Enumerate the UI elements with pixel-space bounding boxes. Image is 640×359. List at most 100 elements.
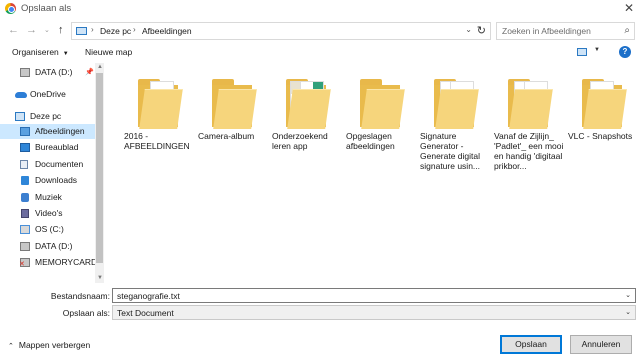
nav-item-label: Bureaublad xyxy=(35,142,79,152)
nav-item-label: Deze pc xyxy=(30,111,62,121)
filename-field[interactable]: steganografie.txt ⌄ xyxy=(112,288,636,303)
nav-item-onedrive[interactable]: OneDrive xyxy=(0,87,95,102)
nav-item-label: Documenten xyxy=(35,159,84,169)
nav-item-label: MEMORYCARD xyxy=(35,257,98,267)
view-options-icon[interactable] xyxy=(577,48,587,56)
back-arrow-icon[interactable]: ← xyxy=(8,24,19,36)
refresh-icon[interactable]: ↻ xyxy=(477,24,486,37)
chevron-up-icon: ⌃ xyxy=(8,343,14,350)
file-list: 2016 - AFBEELDINGEN Camera-album Onderzo… xyxy=(108,63,640,283)
save-button[interactable]: Opslaan xyxy=(500,335,562,354)
save-type-select[interactable]: Text Document ⌄ xyxy=(112,305,636,320)
nav-item-memorycard[interactable]: MEMORYCARD xyxy=(0,255,98,270)
pc-icon xyxy=(76,27,87,35)
nav-item-videos[interactable]: Video's xyxy=(0,206,95,221)
nav-item-data-d[interactable]: DATA (D:) 📌 xyxy=(0,65,95,80)
pin-icon[interactable]: 📌 xyxy=(85,68,94,76)
nav-item-data-d-2[interactable]: DATA (D:) xyxy=(0,239,95,254)
chevron-right-icon[interactable]: › xyxy=(133,25,136,34)
save-type-value: Text Document xyxy=(117,308,174,318)
folder-item[interactable]: Camera-album xyxy=(198,73,268,141)
desktop-icon xyxy=(20,143,30,152)
organize-label: Organiseren xyxy=(12,47,59,57)
folder-item[interactable]: VLC - Snapshots xyxy=(568,73,638,141)
folder-icon xyxy=(210,73,257,129)
chevron-down-icon[interactable]: ⌄ xyxy=(625,291,631,299)
organize-button[interactable]: Organiseren ▼ xyxy=(12,47,69,57)
filename-value[interactable]: steganografie.txt xyxy=(117,291,180,301)
caret-down-icon[interactable]: ▼ xyxy=(594,47,600,53)
folder-label: Signature Generator - Generate digital s… xyxy=(420,131,481,171)
nav-item-label: Muziek xyxy=(35,192,62,202)
folder-icon xyxy=(506,73,553,129)
nav-item-afbeeldingen[interactable]: Afbeeldingen xyxy=(0,124,95,139)
cloud-icon xyxy=(15,92,27,98)
filename-row: Bestandsnaam: steganografie.txt ⌄ xyxy=(0,288,640,304)
nav-item-label: DATA (D:) xyxy=(35,67,73,77)
scroll-down-icon[interactable]: ▼ xyxy=(97,275,103,281)
close-icon[interactable]: ✕ xyxy=(624,1,634,15)
chrome-icon xyxy=(5,3,16,14)
scroll-up-icon[interactable]: ▲ xyxy=(97,64,103,70)
folder-label: Onderzoekend leren app xyxy=(272,131,328,151)
folder-label: 2016 - AFBEELDINGEN xyxy=(124,131,190,151)
nav-item-label: Afbeeldingen xyxy=(35,126,85,136)
nav-item-label: Downloads xyxy=(35,175,78,185)
folder-item[interactable]: 2016 - AFBEELDINGEN xyxy=(124,73,194,151)
title-bar: Opslaan als ✕ xyxy=(0,0,640,18)
drive-icon xyxy=(20,68,30,77)
chevron-right-icon[interactable]: › xyxy=(91,25,94,34)
drive-icon xyxy=(20,242,30,251)
memorycard-icon xyxy=(19,258,30,268)
folder-icon xyxy=(580,73,627,129)
hide-folders-toggle[interactable]: ⌃ Mappen verbergen xyxy=(8,340,90,350)
cancel-button[interactable]: Annuleren xyxy=(570,335,632,354)
folder-item[interactable]: Vanaf de Zijlijn_ 'Padlet'_ een mooi en … xyxy=(494,73,564,171)
help-icon[interactable]: ? xyxy=(619,46,631,58)
folder-icon xyxy=(432,73,479,129)
chevron-down-icon[interactable]: ⌄ xyxy=(625,308,631,316)
nav-item-muziek[interactable]: Muziek xyxy=(0,190,95,205)
folder-icon xyxy=(136,73,183,129)
search-icon: ⌕ xyxy=(624,25,630,36)
pc-icon xyxy=(15,112,25,121)
breadcrumb-afbeeldingen[interactable]: Afbeeldingen xyxy=(142,26,192,36)
search-input[interactable] xyxy=(497,23,617,39)
address-bar[interactable]: › Deze pc › Afbeeldingen ⌄ ↻ xyxy=(71,22,491,40)
folder-icon xyxy=(284,73,331,129)
save-type-label: Opslaan als: xyxy=(62,308,110,318)
nav-item-os-c[interactable]: OS (C:) xyxy=(0,222,95,237)
folder-label: Vanaf de Zijlijn_ 'Padlet'_ een mooi en … xyxy=(494,131,564,171)
folder-icon xyxy=(358,73,405,129)
nav-item-documenten[interactable]: Documenten xyxy=(0,157,95,172)
nav-scrollbar[interactable]: ▲ ▼ xyxy=(95,63,104,283)
filename-label: Bestandsnaam: xyxy=(50,291,110,301)
breadcrumb-deze-pc[interactable]: Deze pc xyxy=(100,26,131,36)
command-bar: Organiseren ▼ Nieuwe map xyxy=(0,44,640,62)
nav-item-label: OS (C:) xyxy=(35,224,64,234)
search-box[interactable]: ⌕ xyxy=(496,22,635,40)
window-title: Opslaan als xyxy=(21,3,72,14)
nav-item-downloads[interactable]: Downloads xyxy=(0,173,95,188)
recent-locations-chevron-icon[interactable]: ⌄ xyxy=(44,26,50,34)
folder-item[interactable]: Signature Generator - Generate digital s… xyxy=(420,73,490,171)
nav-item-label: DATA (D:) xyxy=(35,241,73,251)
download-icon xyxy=(21,176,29,185)
address-row: ← → ⌄ ↑ › Deze pc › Afbeeldingen ⌄ ↻ ⌕ xyxy=(0,20,640,42)
up-arrow-icon[interactable]: ↑ xyxy=(58,24,64,36)
forward-arrow-icon[interactable]: → xyxy=(26,24,37,36)
scrollbar-thumb[interactable] xyxy=(96,73,103,263)
folder-item[interactable]: Opgeslagen afbeeldingen xyxy=(346,73,416,151)
dialog-footer: ⌃ Mappen verbergen Opslaan Annuleren xyxy=(0,333,640,359)
nav-item-label: OneDrive xyxy=(30,89,66,99)
chevron-down-icon[interactable]: ⌄ xyxy=(465,25,472,34)
folder-label: VLC - Snapshots xyxy=(568,131,633,141)
folder-label: Camera-album xyxy=(198,131,255,141)
folder-label: Opgeslagen afbeeldingen xyxy=(346,131,395,151)
nav-item-deze-pc[interactable]: Deze pc xyxy=(0,109,95,124)
folder-item[interactable]: Onderzoekend leren app xyxy=(272,73,342,151)
os-drive-icon xyxy=(20,225,30,234)
music-icon xyxy=(21,193,29,202)
new-folder-button[interactable]: Nieuwe map xyxy=(85,47,132,57)
nav-item-bureaublad[interactable]: Bureaublad xyxy=(0,140,95,155)
